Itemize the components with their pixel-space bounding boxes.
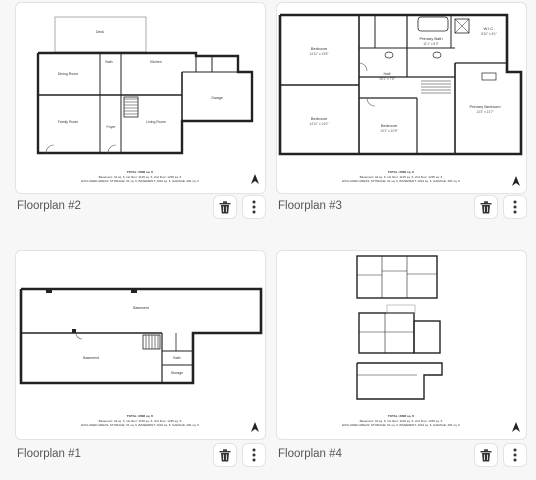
plan-total: TOTAL: 2808 sq. ft [388,414,414,418]
more-options-button[interactable] [503,443,527,467]
more-vertical-icon [252,200,256,214]
floorplan-caption: Floorplan #1 [17,448,81,460]
more-options-button[interactable] [242,443,266,467]
delete-button[interactable] [213,195,237,219]
trash-icon [219,200,231,213]
north-arrow-icon [251,174,259,184]
plan-dimension: 11'1" x 8'3" [423,42,438,46]
plan-label: Kitchen [150,60,162,64]
plan-label: Bath [173,356,180,360]
plan-label: Living Room [146,120,166,124]
plan-label: Garage [211,96,223,100]
plan-label: Primary Bath [419,36,442,41]
more-vertical-icon [252,448,256,462]
plan-dimension: 13'1" x 10'9" [380,129,397,133]
plan-footer-line: EXCLUDED AREAS: STORAGE: 61 sq. ft, BASE… [81,423,199,427]
delete-button[interactable] [213,443,237,467]
plan-footer-line: EXCLUDED AREAS: STORAGE: 61 sq. ft, BASE… [81,179,199,183]
plan-label: Bedroom [381,123,398,128]
plan-label: W.I.C. [484,26,495,31]
delete-button[interactable] [474,443,498,467]
plan-label: Dining Room [58,72,78,76]
plan-total: TOTAL: 2808 sq. ft [388,170,414,174]
more-options-button[interactable] [242,195,266,219]
floorplan-card-3[interactable]: Bedroom Primary Bath W.I.C. Hall Bedroom… [276,2,527,194]
plan-label: Basement [83,356,99,360]
plan-label: Storage [171,371,183,375]
north-arrow-icon [512,176,520,186]
plan-dimension: 8'10" x 6'1" [481,32,497,36]
plan-dimension: 19'1" x 7'6" [379,77,395,81]
plan-total: TOTAL: 2808 sq. ft [127,414,153,418]
plan-label: Primary Bedroom [469,104,501,109]
more-vertical-icon [513,200,517,214]
floorplan-2-image: Deck Dining Room Kitchen Bath Family Roo… [36,16,254,183]
plan-label: Basement [133,306,149,310]
floorplan-card-4[interactable]: TOTAL: 2808 sq. ft Basement: 44 sq. ft, … [276,250,527,440]
plan-label: Deck [96,30,104,34]
trash-icon [219,448,231,461]
floorplan-caption: Floorplan #2 [17,200,81,212]
plan-dimension: 13'3" x 21'7" [476,110,493,114]
plan-dimension: 14'11" x 13'8" [309,52,328,56]
floorplan-caption: Floorplan #4 [278,448,342,460]
plan-total: TOTAL: 2808 sq. ft [127,170,153,174]
plan-label: Bedroom [311,116,328,121]
plan-label: Bath [105,60,112,64]
more-vertical-icon [513,448,517,462]
floorplan-card-2[interactable]: Deck Dining Room Kitchen Bath Family Roo… [15,2,266,194]
floorplan-card-1[interactable]: Basement Basement Bath Storage TOTAL: 28… [15,250,266,440]
floorplan-caption: Floorplan #3 [278,200,342,212]
plan-label: Foyer [107,125,117,129]
plan-label: Bedroom [311,46,328,51]
more-options-button[interactable] [503,195,527,219]
plan-label: Family Room [58,120,79,124]
plan-label: Hall [384,71,391,76]
plan-footer-line: EXCLUDED AREAS: STORAGE: 61 sq. ft, BASE… [342,423,460,427]
plan-dimension: 14'11" x 14'0" [309,122,328,126]
trash-icon [480,448,492,461]
north-arrow-icon [512,422,520,432]
floorplan-1-image: Basement Basement Bath Storage TOTAL: 28… [19,287,263,427]
trash-icon [480,200,492,213]
floorplan-4-image: TOTAL: 2808 sq. ft Basement: 44 sq. ft, … [342,255,460,427]
floorplan-3-image: Bedroom Primary Bath W.I.C. Hall Bedroom… [278,13,523,183]
delete-button[interactable] [474,195,498,219]
north-arrow-icon [251,422,259,432]
plan-footer-line: EXCLUDED AREAS: STORAGE: 61 sq. ft, BASE… [342,179,460,183]
